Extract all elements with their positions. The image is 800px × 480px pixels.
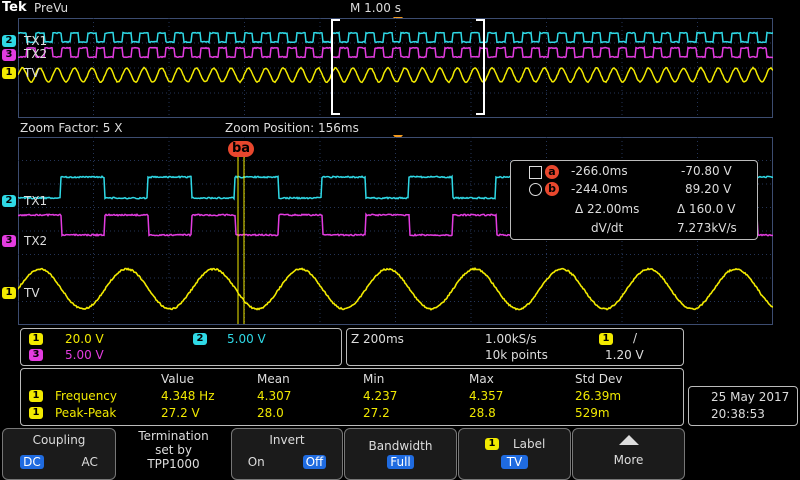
- zoom-timebase: Z 200ms: [351, 332, 404, 346]
- invert-button[interactable]: Invert On Off: [231, 428, 343, 480]
- record-length: 10k points: [485, 348, 548, 362]
- coupling-button[interactable]: Coupling DC AC: [2, 428, 116, 480]
- acquisition-panel[interactable]: Z 200ms 1.00kS/s 10k points 1 / 1.20 V: [346, 328, 684, 366]
- label-button[interactable]: 1 Label TV: [458, 428, 571, 480]
- termination-line2: set by: [118, 443, 229, 457]
- circle-cursor-icon: [529, 183, 542, 196]
- meas-row2-max: 28.8: [469, 406, 496, 420]
- meas-row1-max: 4.357: [469, 389, 503, 403]
- meas-row1-chip: 1: [29, 390, 43, 402]
- trigger-slope-icon: /: [633, 331, 637, 345]
- cursor-readout-panel[interactable]: a -266.0ms -70.80 V b -244.0ms 89.20 V Δ…: [510, 160, 758, 240]
- meas-row1-min: 4.237: [363, 389, 397, 403]
- cursor-a-badge: a: [545, 165, 559, 179]
- bandwidth-button[interactable]: Bandwidth Full: [344, 428, 457, 480]
- overview-tx2-label: TX2: [24, 47, 47, 61]
- datetime-panel[interactable]: 25 May 2017 20:38:53: [688, 386, 798, 426]
- more-title: More: [573, 453, 684, 467]
- meas-row2-min: 27.2: [363, 406, 390, 420]
- meas-row1-stddev: 26.39m: [575, 389, 621, 403]
- cursor-delta-time: Δ 22.00ms: [575, 202, 639, 216]
- coupling-title: Coupling: [3, 433, 115, 447]
- zoom-ch3-marker[interactable]: 3: [2, 235, 16, 247]
- trigger-level: 1.20 V: [605, 348, 644, 362]
- meas-row2-name[interactable]: Peak-Peak: [55, 406, 116, 420]
- ch3-marker[interactable]: 3: [2, 49, 16, 61]
- termination-info: Termination set by TPP1000: [117, 428, 230, 480]
- brand-logo: Tek: [2, 0, 27, 15]
- cursor-a-time: -266.0ms: [571, 164, 628, 178]
- meas-header-max: Max: [469, 372, 494, 386]
- zoom-position: Zoom Position: 156ms: [225, 121, 359, 135]
- main-timebase: M 1.00 s: [350, 1, 401, 15]
- dvdt-value: 7.273kV/s: [677, 221, 737, 235]
- meas-header-stddev: Std Dev: [575, 372, 622, 386]
- zoom-ch1-marker[interactable]: 1: [2, 287, 16, 299]
- meas-row2-mean: 28.0: [257, 406, 284, 420]
- invert-title: Invert: [232, 433, 342, 447]
- scale-ch3-chip: 3: [29, 349, 43, 361]
- vertical-scale-panel[interactable]: 1 20.0 V 2 5.00 V 3 5.00 V: [20, 328, 342, 366]
- ch2-scale[interactable]: 5.00 V: [227, 332, 266, 346]
- cursor-a-volt: -70.80 V: [681, 164, 732, 178]
- overview-graticule[interactable]: [18, 18, 773, 118]
- overview-tv-label: TV: [24, 66, 40, 80]
- coupling-dc-option[interactable]: DC: [20, 455, 44, 469]
- meas-header-min: Min: [363, 372, 384, 386]
- scale-ch1-chip: 1: [29, 333, 43, 345]
- time-display: 20:38:53: [711, 407, 765, 421]
- zoom-tx2-label: TX2: [24, 234, 47, 248]
- overview-tx1-label: TX1: [24, 34, 47, 48]
- meas-row2-stddev: 529m: [575, 406, 610, 420]
- square-cursor-icon: [529, 166, 542, 179]
- ch3-scale[interactable]: 5.00 V: [65, 348, 104, 362]
- meas-row1-name[interactable]: Frequency: [55, 389, 117, 403]
- meas-row1-value: 4.348 Hz: [161, 389, 215, 403]
- meas-row2-value: 27.2 V: [161, 406, 200, 420]
- label-value: TV: [501, 455, 529, 469]
- meas-row2-chip: 1: [29, 407, 43, 419]
- cursor-tag[interactable]: ba: [228, 141, 254, 157]
- trigger-source-chip: 1: [599, 333, 613, 345]
- zoom-tv-label: TV: [24, 286, 40, 300]
- cursor-b-badge: b: [545, 182, 559, 196]
- meas-header-mean: Mean: [257, 372, 290, 386]
- cursor-b-time: -244.0ms: [571, 182, 628, 196]
- label-title: Label: [513, 437, 545, 451]
- label-ch1-chip: 1: [485, 438, 499, 450]
- cursor-b-volt: 89.20 V: [685, 182, 731, 196]
- scale-ch2-chip: 2: [193, 333, 207, 345]
- cursor-delta-volt: Δ 160.0 V: [677, 202, 735, 216]
- zoom-factor: Zoom Factor: 5 X: [20, 121, 122, 135]
- ch2-marker[interactable]: 2: [2, 35, 16, 47]
- zoom-ch2-marker[interactable]: 2: [2, 195, 16, 207]
- up-arrow-icon: [619, 435, 639, 445]
- termination-line1: Termination: [118, 429, 229, 443]
- bandwidth-title: Bandwidth: [345, 439, 456, 453]
- dvdt-label: dV/dt: [591, 221, 623, 235]
- zoom-tx1-label: TX1: [24, 194, 47, 208]
- date-display: 25 May 2017: [711, 390, 789, 404]
- invert-on-option[interactable]: On: [248, 455, 265, 469]
- meas-header-value: Value: [161, 372, 194, 386]
- termination-line3: TPP1000: [118, 457, 229, 471]
- top-status-bar: Tek PreVu M 1.00 s: [0, 0, 800, 17]
- measurements-panel[interactable]: Value Mean Min Max Std Dev 1 Frequency 4…: [20, 368, 684, 426]
- sample-rate: 1.00kS/s: [485, 332, 537, 346]
- more-button[interactable]: More: [572, 428, 685, 480]
- ch1-scale[interactable]: 20.0 V: [65, 332, 104, 346]
- meas-row1-mean: 4.307: [257, 389, 291, 403]
- invert-off-option[interactable]: Off: [303, 455, 327, 469]
- acquisition-mode: PreVu: [34, 1, 68, 15]
- coupling-ac-option[interactable]: AC: [82, 455, 98, 469]
- bandwidth-value: Full: [387, 455, 414, 469]
- ch1-marker[interactable]: 1: [2, 67, 16, 79]
